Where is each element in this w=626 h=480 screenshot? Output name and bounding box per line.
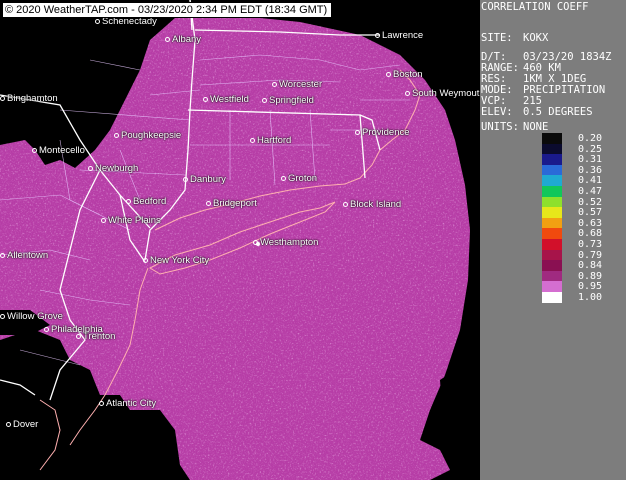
legend-value: 0.84 bbox=[578, 260, 603, 272]
city-label[interactable]: Willow Grove bbox=[0, 312, 63, 322]
city-label[interactable]: Albany bbox=[165, 35, 201, 45]
city-label[interactable]: Philadelphia bbox=[44, 325, 103, 335]
city-label[interactable]: Hartford bbox=[250, 136, 291, 146]
city-label[interactable]: Atlantic City bbox=[99, 399, 156, 409]
legend-value: 0.68 bbox=[578, 228, 603, 240]
units-value: NONE bbox=[523, 121, 549, 133]
radar-viewer: Schenectady Albany Lawrence Boston Worce… bbox=[0, 0, 626, 480]
legend-swatch bbox=[542, 228, 562, 240]
product-title: CORRELATION COEFF bbox=[481, 1, 589, 13]
legend-swatch bbox=[542, 164, 562, 176]
city-label[interactable]: New York City bbox=[143, 256, 209, 266]
legend-swatch bbox=[542, 175, 562, 187]
elev-label: ELEV: bbox=[481, 106, 513, 118]
city-label[interactable]: Bedford bbox=[126, 197, 166, 207]
city-label[interactable]: Boston bbox=[386, 70, 423, 80]
site-label: SITE: bbox=[481, 32, 513, 44]
city-label[interactable]: Westfield bbox=[203, 95, 249, 105]
city-label[interactable]: Block Island bbox=[343, 200, 401, 210]
legend-value: 0.47 bbox=[578, 186, 603, 197]
legend-value: 0.52 bbox=[578, 196, 603, 208]
legend-value: 0.20 bbox=[578, 133, 603, 144]
city-label[interactable]: South Weymouth bbox=[405, 89, 485, 99]
legend-value: 0.95 bbox=[578, 281, 603, 293]
legend-swatch bbox=[542, 281, 562, 293]
city-label[interactable]: Groton bbox=[281, 174, 317, 184]
city-label[interactable]: Danbury bbox=[183, 175, 226, 185]
city-label[interactable]: Poughkeepsie bbox=[114, 131, 181, 141]
legend-swatch bbox=[542, 239, 562, 251]
city-label[interactable]: Binghamton bbox=[0, 94, 58, 104]
legend-value: 0.57 bbox=[578, 207, 603, 219]
legend-swatch bbox=[542, 217, 562, 229]
copyright-banner: © 2020 WeatherTAP.com - 03/23/2020 2:34 … bbox=[2, 2, 333, 18]
legend-value: 0.63 bbox=[578, 217, 603, 229]
legend-swatch bbox=[542, 207, 562, 219]
legend-value: 0.31 bbox=[578, 154, 603, 166]
legend-swatch bbox=[542, 133, 562, 145]
units-label: UNITS: bbox=[481, 121, 519, 133]
city-label[interactable]: Springfield bbox=[262, 96, 314, 106]
legend-value: 0.36 bbox=[578, 164, 603, 176]
city-label[interactable]: Dover bbox=[6, 420, 38, 430]
city-label[interactable]: Montecello bbox=[32, 146, 85, 156]
city-label[interactable]: Providence bbox=[355, 128, 410, 138]
city-label[interactable]: Westhampton bbox=[253, 238, 318, 248]
city-label[interactable]: Schenectady bbox=[95, 17, 157, 27]
legend-value: 0.89 bbox=[578, 270, 603, 282]
legend-swatch bbox=[542, 196, 562, 208]
legend-value: 0.41 bbox=[578, 175, 603, 187]
legend-swatch bbox=[542, 292, 562, 304]
legend-swatch bbox=[542, 154, 562, 166]
legend-value: 1.00 bbox=[578, 292, 603, 303]
city-label[interactable]: Newburgh bbox=[88, 164, 138, 174]
city-label[interactable]: Allentown bbox=[0, 251, 48, 261]
legend-value: 0.73 bbox=[578, 239, 603, 250]
legend-swatch bbox=[542, 260, 562, 272]
legend-swatch bbox=[542, 249, 562, 261]
legend-swatch bbox=[542, 143, 562, 155]
info-panel: CORRELATION COEFF SITE: KOKX D/T: 03/23/… bbox=[480, 0, 626, 480]
elev-value: 0.5 DEGREES bbox=[523, 106, 593, 118]
legend-swatch bbox=[542, 186, 562, 198]
city-label[interactable]: Worcester bbox=[272, 80, 322, 90]
city-label[interactable]: White Plains bbox=[101, 216, 161, 226]
city-label[interactable]: Lawrence bbox=[375, 31, 423, 41]
legend-value: 0.79 bbox=[578, 249, 603, 261]
city-label[interactable]: Bridgeport bbox=[206, 199, 257, 209]
legend-swatch bbox=[542, 270, 562, 282]
legend-value: 0.25 bbox=[578, 143, 603, 155]
site-value: KOKX bbox=[523, 32, 549, 44]
